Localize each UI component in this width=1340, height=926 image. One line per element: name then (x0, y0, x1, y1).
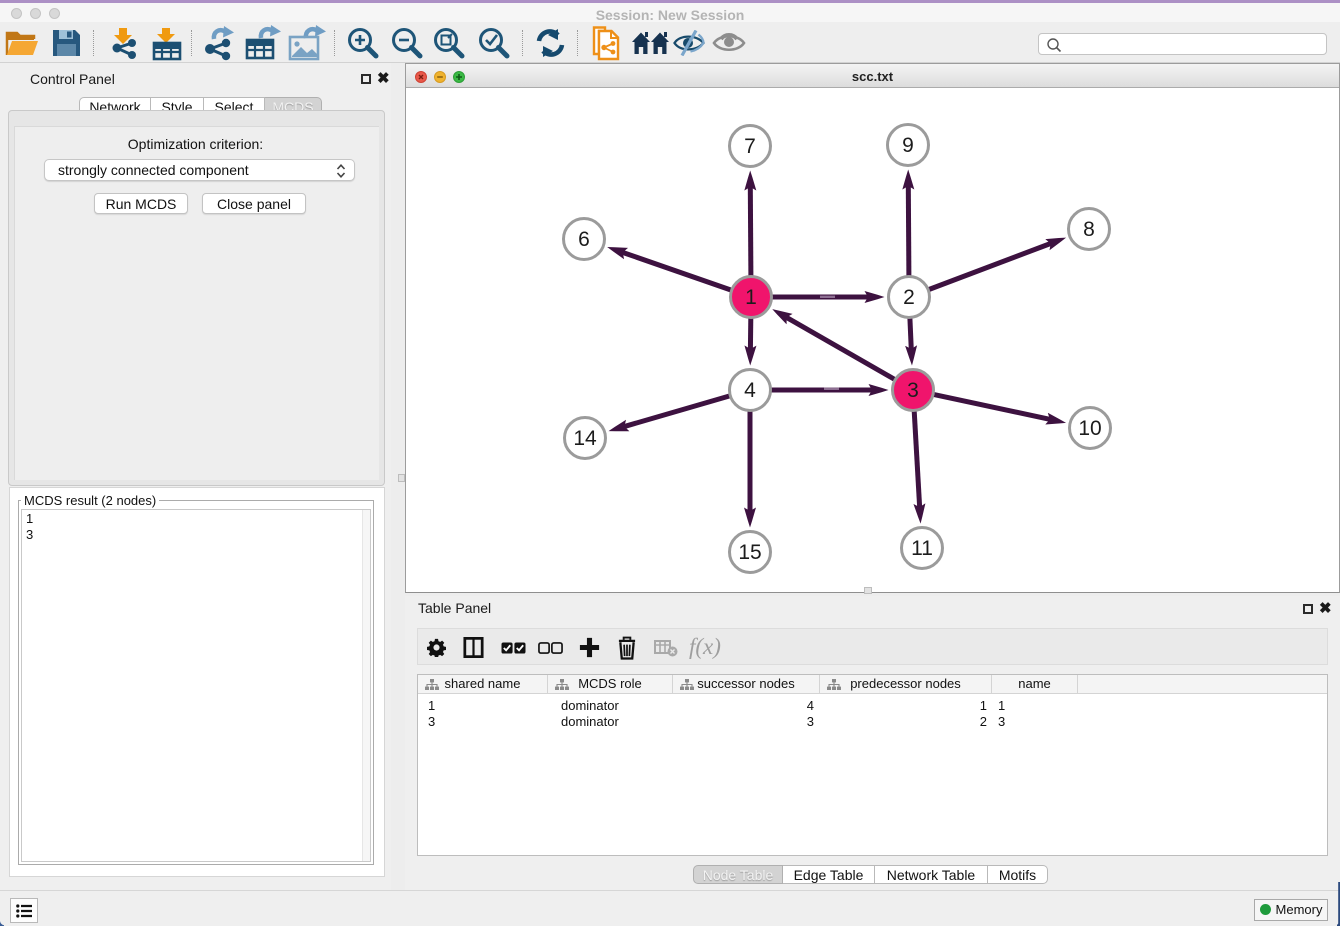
svg-text:7: 7 (744, 135, 756, 158)
svg-text:8: 8 (1083, 218, 1095, 241)
svg-text:14: 14 (573, 427, 597, 450)
svg-text:9: 9 (902, 134, 914, 157)
svg-text:4: 4 (744, 379, 756, 402)
svg-text:15: 15 (738, 541, 761, 564)
svg-text:6: 6 (578, 228, 590, 251)
svg-text:2: 2 (903, 286, 915, 309)
svg-text:1: 1 (745, 286, 757, 309)
svg-text:11: 11 (911, 537, 933, 560)
svg-text:10: 10 (1078, 417, 1101, 440)
svg-text:3: 3 (907, 379, 919, 402)
